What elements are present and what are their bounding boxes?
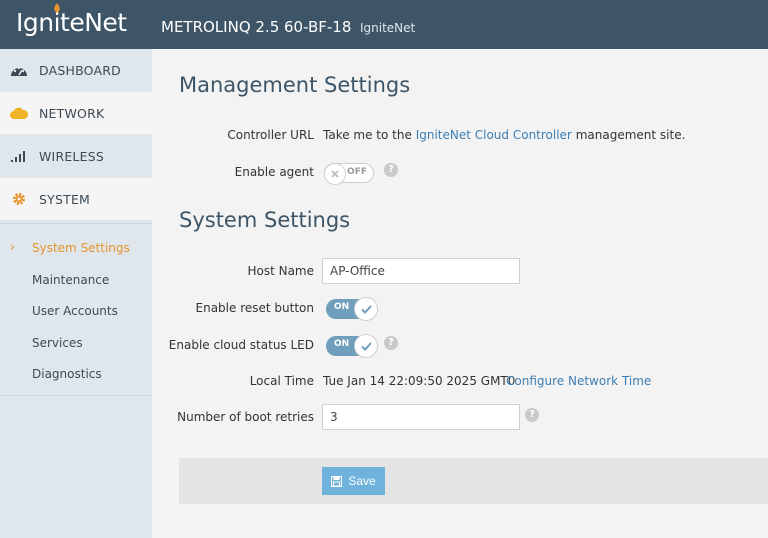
save-button-label: Save — [348, 474, 376, 488]
local-time-value: Tue Jan 14 22:09:50 2025 GMT0 — [323, 374, 516, 388]
system-settings-heading: System Settings — [179, 208, 351, 232]
reset-button-label: Enable reset button — [195, 301, 314, 315]
sidebar-item-label: NETWORK — [39, 105, 105, 121]
cloud-led-label: Enable cloud status LED — [168, 338, 314, 352]
save-button[interactable]: Save — [322, 467, 385, 495]
toggle-knob — [354, 334, 378, 358]
dashboard-gauge-icon — [10, 61, 28, 79]
gear-icon — [10, 190, 28, 208]
toggle-state: ON — [334, 339, 350, 349]
enable-agent-label: Enable agent — [234, 165, 314, 179]
controller-url-text: Take me to the IgniteNet Cloud Controlle… — [323, 128, 685, 142]
management-settings-heading: Management Settings — [179, 73, 411, 97]
device-name: METROLINQ 2.5 60-BF-18 — [161, 18, 352, 36]
toggle-knob — [324, 163, 346, 185]
logo-text: IgniteNet — [16, 8, 127, 37]
toggle-state: ON — [334, 302, 350, 312]
configure-network-time-link[interactable]: Configure Network Time — [506, 374, 651, 388]
signal-bars-icon — [10, 147, 28, 165]
close-icon — [331, 170, 339, 178]
submenu-item-user-accounts[interactable]: User Accounts — [32, 304, 118, 318]
help-icon[interactable]: ? — [525, 408, 539, 422]
cloud-led-toggle[interactable]: ON — [326, 334, 378, 358]
sidebar-item-network[interactable]: NETWORK — [0, 92, 152, 134]
checkmark-icon — [360, 304, 372, 314]
help-icon[interactable]: ? — [384, 336, 398, 350]
cloud-icon — [10, 104, 28, 122]
flame-icon — [54, 3, 60, 13]
main-content: Management Settings Controller URL Take … — [152, 49, 768, 538]
floppy-disk-icon — [331, 475, 343, 487]
boot-retries-input[interactable] — [322, 404, 520, 430]
chevron-right-icon: › — [10, 240, 15, 254]
enable-agent-toggle[interactable]: OFF — [324, 163, 374, 185]
device-brand: IgniteNet — [360, 21, 416, 35]
submenu-item-services[interactable]: Services — [32, 336, 83, 350]
controller-url-label: Controller URL — [227, 128, 314, 142]
toggle-knob — [354, 297, 378, 321]
sidebar: DASHBOARD NETWORK WIRELESS SYSTEM › Syst… — [0, 49, 152, 538]
submenu-item-system-settings[interactable]: System Settings — [32, 241, 130, 255]
submenu-item-maintenance[interactable]: Maintenance — [32, 273, 109, 287]
checkmark-icon — [360, 341, 372, 351]
sidebar-item-label: WIRELESS — [39, 148, 104, 164]
submenu-item-diagnostics[interactable]: Diagnostics — [32, 367, 102, 381]
sidebar-item-label: SYSTEM — [39, 191, 91, 207]
ignitenet-logo[interactable]: IgniteNet — [16, 3, 127, 37]
sidebar-item-label: DASHBOARD — [39, 62, 121, 78]
top-bar: IgniteNet METROLINQ 2.5 60-BF-18 IgniteN… — [0, 0, 768, 49]
help-icon[interactable]: ? — [384, 163, 398, 177]
local-time-label: Local Time — [249, 374, 314, 388]
sidebar-item-wireless[interactable]: WIRELESS — [0, 135, 152, 177]
cloud-controller-link[interactable]: IgniteNet Cloud Controller — [416, 128, 572, 142]
host-name-label: Host Name — [247, 264, 314, 278]
boot-retries-label: Number of boot retries — [177, 410, 314, 424]
toggle-state: OFF — [347, 167, 367, 177]
sidebar-item-system[interactable]: SYSTEM — [0, 178, 152, 220]
reset-button-toggle[interactable]: ON — [326, 297, 378, 321]
sidebar-item-dashboard[interactable]: DASHBOARD — [0, 49, 152, 91]
controller-text-pre: Take me to the — [323, 128, 412, 142]
system-submenu: › System Settings Maintenance User Accou… — [0, 223, 152, 396]
host-name-input[interactable] — [322, 258, 520, 284]
form-actions-bar: Save — [179, 458, 768, 504]
controller-text-post: management site. — [575, 128, 686, 142]
